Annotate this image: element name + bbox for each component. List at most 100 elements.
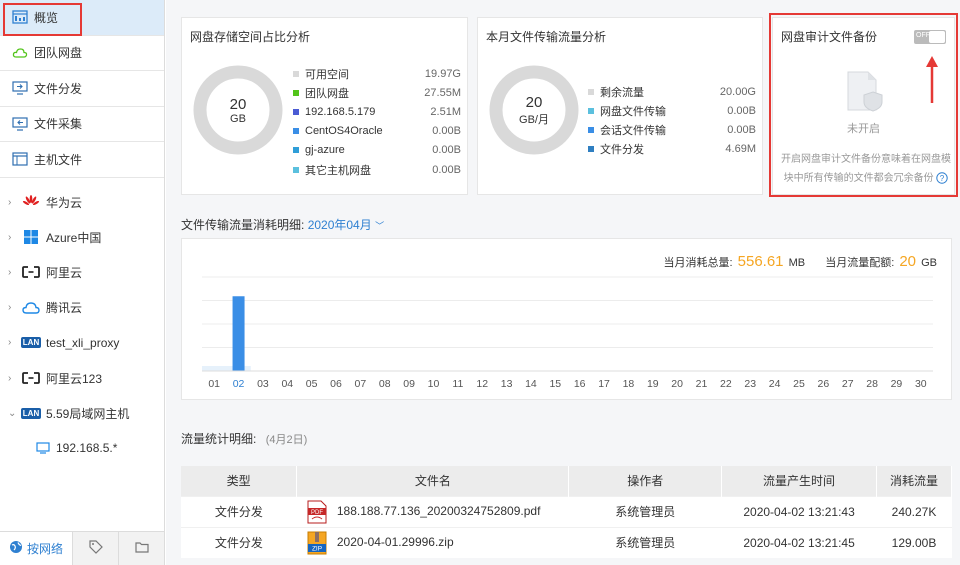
aliyun-logo-icon bbox=[22, 265, 40, 279]
nav-label: 主机文件 bbox=[34, 152, 83, 167]
chevron-right-icon: › bbox=[8, 231, 12, 243]
tag-icon bbox=[88, 540, 103, 557]
traffic-card-title: 本月文件传输流量分析 bbox=[486, 30, 607, 44]
dashboard-icon bbox=[12, 10, 28, 24]
x-tick-label[interactable]: 02 bbox=[233, 378, 245, 390]
column-header[interactable]: 类型 bbox=[181, 466, 298, 496]
legend-name: 可用空间 bbox=[305, 68, 349, 81]
x-tick-label[interactable]: 28 bbox=[866, 378, 878, 390]
traffic-donut-label: 20 GB/月 bbox=[488, 64, 580, 156]
cloud-item-azure[interactable]: › Azure中国 bbox=[0, 220, 164, 255]
x-tick-label[interactable]: 03 bbox=[257, 378, 269, 390]
legend-item: 其它主机网盘 0.00B bbox=[293, 160, 461, 179]
nav-host-files[interactable]: 主机文件 bbox=[0, 142, 164, 178]
legend-value: 2.51M bbox=[430, 105, 461, 118]
x-tick-label[interactable]: 15 bbox=[549, 378, 561, 390]
nav-team-drive[interactable]: 团队网盘 bbox=[0, 36, 164, 71]
backup-status: 未开启 bbox=[847, 123, 880, 135]
file-name[interactable]: 2020-04-01.29996.zip bbox=[337, 535, 454, 549]
tab-by-network[interactable]: 按网络 bbox=[0, 532, 73, 565]
cell-operator: 系统管理员 bbox=[568, 495, 722, 527]
legend-value: 0.00B bbox=[432, 163, 461, 176]
usage-title: 文件传输流量消耗明细: bbox=[181, 218, 305, 232]
legend-value: 27.55M bbox=[424, 86, 461, 99]
traffic-legend: 剩余流量 20.00G 网盘文件传输 0.00B 会话文件传输 0.00B 文件分发 4.69… bbox=[588, 82, 756, 159]
tencent-cloud-icon bbox=[22, 301, 40, 315]
x-tick-label[interactable]: 16 bbox=[574, 378, 586, 390]
x-tick-label[interactable]: 12 bbox=[476, 378, 488, 390]
x-tick-label[interactable]: 25 bbox=[793, 378, 805, 390]
tab-label: 按网络 bbox=[26, 542, 63, 556]
x-tick-label[interactable]: 05 bbox=[306, 378, 318, 390]
chevron-right-icon: › bbox=[8, 266, 12, 278]
cloud-item-aliyun[interactable]: › 阿里云 bbox=[0, 255, 164, 290]
x-tick-label[interactable]: 24 bbox=[769, 378, 781, 390]
x-tick-label[interactable]: 11 bbox=[452, 378, 463, 390]
traffic-donut: 20 GB/月 bbox=[488, 64, 580, 156]
column-header[interactable]: 消耗流量 bbox=[876, 466, 952, 496]
lan-badge-icon: LAN bbox=[20, 337, 42, 349]
x-tick-label[interactable]: 29 bbox=[891, 378, 903, 390]
donut-value: 20 bbox=[229, 95, 247, 113]
backup-card-title: 网盘审计文件备份 bbox=[781, 30, 878, 44]
month-select-value: 2020年04月 bbox=[307, 218, 372, 232]
legend-swatch bbox=[588, 146, 594, 153]
legend-name: 网盘文件传输 bbox=[600, 105, 666, 118]
chevron-right-icon: › bbox=[8, 302, 12, 314]
x-tick-label[interactable]: 22 bbox=[720, 378, 732, 390]
cloud-item-lan-host[interactable]: ⌄ LAN 5.59局域网主机 bbox=[0, 396, 164, 431]
nav-file-distribute[interactable]: 文件分发 bbox=[0, 71, 164, 107]
tab-by-folder[interactable] bbox=[119, 532, 164, 565]
svg-text:?: ? bbox=[940, 174, 945, 183]
file-shield-icon bbox=[846, 70, 884, 115]
x-tick-label[interactable]: 07 bbox=[355, 378, 367, 390]
x-tick-label[interactable]: 14 bbox=[525, 378, 537, 390]
cloud-item-tencent[interactable]: › 腾讯云 bbox=[0, 290, 164, 325]
x-tick-label[interactable]: 18 bbox=[623, 378, 635, 390]
cell-traffic: 240.27K bbox=[876, 495, 952, 527]
table-row[interactable]: 文件分发 PDF 188.188.77.136_20200324752809.p… bbox=[181, 495, 952, 527]
zip-file-icon: ZIP bbox=[307, 531, 327, 555]
column-header[interactable]: 操作者 bbox=[568, 466, 723, 496]
x-tick-label[interactable]: 13 bbox=[501, 378, 513, 390]
question-circle-icon[interactable]: ? bbox=[936, 172, 949, 185]
x-tick-label[interactable]: 09 bbox=[403, 378, 415, 390]
backup-toggle[interactable]: OFF bbox=[914, 30, 946, 44]
cloud-item-test-xli-proxy[interactable]: › LAN test_xli_proxy bbox=[0, 325, 164, 360]
cloud-item-aliyun123[interactable]: › 阿里云123 bbox=[0, 360, 164, 395]
tab-by-tag[interactable] bbox=[73, 532, 119, 565]
x-tick-label[interactable]: 26 bbox=[818, 378, 830, 390]
table-header-row: 类型 文件名 操作者 流量产生时间 消耗流量 bbox=[181, 466, 952, 496]
chart-bar[interactable] bbox=[232, 296, 245, 371]
usage-bar-chart: 01 02 03 04 05 06 07 08 09 10 11 12 13 14 15 16 17 18 19 20… bbox=[202, 276, 933, 390]
cell-operator: 系统管理员 bbox=[568, 526, 722, 558]
legend-swatch bbox=[293, 70, 299, 77]
cloud-item-label: 腾讯云 bbox=[46, 301, 83, 316]
month-select[interactable]: 2020年04月 ﹀ bbox=[308, 218, 384, 232]
column-header[interactable]: 文件名 bbox=[296, 466, 570, 496]
column-header[interactable]: 流量产生时间 bbox=[721, 466, 877, 496]
x-tick-label[interactable]: 01 bbox=[208, 378, 220, 390]
pdf-file-icon: PDF bbox=[307, 500, 327, 524]
x-tick-label[interactable]: 23 bbox=[744, 378, 756, 390]
cloud-item-huawei[interactable]: › 华为云 bbox=[0, 185, 164, 220]
file-name[interactable]: 188.188.77.136_20200324752809.pdf bbox=[337, 504, 541, 518]
nav-label: 文件采集 bbox=[34, 117, 83, 132]
host-subitem[interactable]: 192.168.5.* bbox=[0, 431, 164, 466]
x-tick-label[interactable]: 10 bbox=[428, 378, 440, 390]
x-tick-label[interactable]: 21 bbox=[696, 378, 708, 390]
x-tick-label[interactable]: 19 bbox=[647, 378, 659, 390]
x-tick-label[interactable]: 08 bbox=[379, 378, 391, 390]
x-tick-label[interactable]: 27 bbox=[842, 378, 854, 390]
legend-item: 192.168.5.179 2.51M bbox=[293, 102, 461, 121]
cell-file: ZIP 2020-04-01.29996.zip bbox=[296, 526, 569, 558]
nav-file-collect[interactable]: 文件采集 bbox=[0, 107, 164, 142]
x-tick-label[interactable]: 30 bbox=[915, 378, 927, 390]
windows-logo-icon bbox=[22, 230, 40, 245]
x-tick-label[interactable]: 06 bbox=[330, 378, 342, 390]
x-tick-label[interactable]: 20 bbox=[671, 378, 683, 390]
nav-overview[interactable]: 概览 bbox=[0, 0, 164, 36]
table-row[interactable]: 文件分发 ZIP 2020-04-01.29996.zip 系统管理员 2020… bbox=[181, 526, 952, 558]
x-tick-label[interactable]: 17 bbox=[598, 378, 610, 390]
x-tick-label[interactable]: 04 bbox=[281, 378, 293, 390]
